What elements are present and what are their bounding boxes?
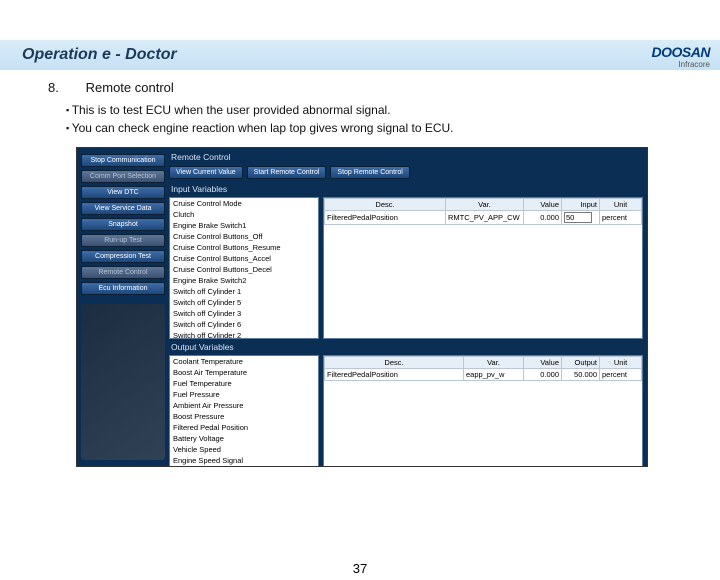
sidebar: Stop Communication Comm Port Selection Vie… xyxy=(77,148,169,466)
bullet-item: You can check engine reaction when lap t… xyxy=(66,119,684,137)
stop-remote-control-button[interactable]: Stop Remote Control xyxy=(330,166,409,179)
input-value-field[interactable] xyxy=(564,212,592,223)
list-item[interactable]: Switch off Cylinder 2 xyxy=(170,330,318,339)
main-panel: Remote Control View Current Value Start … xyxy=(169,148,647,466)
cell-desc: FilteredPedalPosition xyxy=(325,369,464,381)
list-item[interactable]: Fuel Pressure xyxy=(170,389,318,400)
cell-desc: FilteredPedalPosition xyxy=(325,211,446,225)
sidebar-view-dtc-button[interactable]: View DTC xyxy=(81,186,165,199)
section-heading: 8. Remote control xyxy=(48,80,684,95)
list-item[interactable]: Clutch xyxy=(170,209,318,220)
list-item[interactable]: Cruise Control Buttons_Decel xyxy=(170,264,318,275)
view-current-value-button[interactable]: View Current Value xyxy=(169,166,243,179)
col-desc: Desc. xyxy=(325,357,464,369)
cell-unit: percent xyxy=(600,211,642,225)
bullet-list: This is to test ECU when the user provid… xyxy=(48,101,684,137)
list-item[interactable]: Switch off Cylinder 1 xyxy=(170,286,318,297)
output-grid[interactable]: Desc. Var. Value Output Unit FilteredPed… xyxy=(323,355,643,466)
title-suffix: - Doctor xyxy=(111,46,177,63)
cell-var: RMTC_PV_APP_CW xyxy=(446,211,524,225)
col-unit: Unit xyxy=(600,199,642,211)
page-number: 37 xyxy=(0,561,720,576)
title-em: e xyxy=(102,46,111,63)
col-input: Input xyxy=(562,199,600,211)
list-item[interactable]: Switch off Cylinder 5 xyxy=(170,297,318,308)
panel-title: Remote Control xyxy=(169,152,643,162)
col-value: Value xyxy=(524,357,562,369)
app-window: Stop Communication Comm Port Selection Vie… xyxy=(76,147,648,467)
list-item[interactable]: Switch off Cylinder 6 xyxy=(170,319,318,330)
output-grid-header: Desc. Var. Value Output Unit xyxy=(325,357,642,369)
title-prefix: Operation xyxy=(22,46,102,63)
cell-var: eapp_pv_w xyxy=(464,369,524,381)
output-row: Coolant TemperatureBoost Air Temperature… xyxy=(169,355,643,466)
sidebar-run-up-test-button: Run-up Test xyxy=(81,234,165,247)
input-grid-header: Desc. Var. Value Input Unit xyxy=(325,199,642,211)
cell-input[interactable] xyxy=(562,211,600,225)
cell-unit: percent xyxy=(600,369,642,381)
list-item[interactable]: Coolant Temperature xyxy=(170,356,318,367)
list-item[interactable]: Fuel Temperature xyxy=(170,378,318,389)
list-item[interactable]: Filtered Pedal Position xyxy=(170,422,318,433)
list-item[interactable]: Switch off Cylinder 3 xyxy=(170,308,318,319)
output-vars-title: Output Variables xyxy=(169,342,643,352)
sidebar-snapshot-button[interactable]: Snapshot xyxy=(81,218,165,231)
list-item[interactable]: Cruise Control Mode xyxy=(170,198,318,209)
sidebar-ecu-information-button[interactable]: Ecu Information xyxy=(81,282,165,295)
brand-subtext: Infracore xyxy=(652,60,710,69)
col-unit: Unit xyxy=(600,357,642,369)
input-row: Cruise Control ModeClutchEngine Brake Sw… xyxy=(169,197,643,339)
toolbar: View Current Value Start Remote Control … xyxy=(169,166,643,179)
sidebar-compression-test-button[interactable]: Compression Test xyxy=(81,250,165,263)
output-grid-row[interactable]: FilteredPedalPosition eapp_pv_w 0.000 50… xyxy=(325,369,642,381)
list-item[interactable]: Cruise Control Buttons_Off xyxy=(170,231,318,242)
sidebar-image xyxy=(81,304,165,460)
col-desc: Desc. xyxy=(325,199,446,211)
list-item[interactable]: Boost Pressure xyxy=(170,411,318,422)
slide-title: Operation e - Doctor xyxy=(0,40,720,70)
sidebar-stop-communication-button[interactable]: Stop Communication xyxy=(81,154,165,167)
cell-value: 0.000 xyxy=(524,369,562,381)
cell-output: 50.000 xyxy=(562,369,600,381)
sidebar-comm-port-selection-button: Comm Port Selection xyxy=(81,170,165,183)
bullet-item: This is to test ECU when the user provid… xyxy=(66,101,684,119)
section-title: Remote control xyxy=(86,80,174,95)
brand-text: DOOSAN xyxy=(652,44,710,60)
list-item[interactable]: Engine Brake Switch2 xyxy=(170,275,318,286)
list-item[interactable]: Vehicle Speed xyxy=(170,444,318,455)
brand-logo: DOOSAN Infracore xyxy=(652,44,710,69)
sidebar-remote-control-button: Remote Control xyxy=(81,266,165,279)
list-item[interactable]: Cruise Control Buttons_Resume xyxy=(170,242,318,253)
output-vars-list[interactable]: Coolant TemperatureBoost Air Temperature… xyxy=(169,355,319,466)
list-item[interactable]: Battery Voltage xyxy=(170,433,318,444)
input-grid-row[interactable]: FilteredPedalPosition RMTC_PV_APP_CW 0.0… xyxy=(325,211,642,225)
list-item[interactable]: Boost Air Temperature xyxy=(170,367,318,378)
list-item[interactable]: Cruise Control Buttons_Accel xyxy=(170,253,318,264)
list-item[interactable]: Engine Speed Signal xyxy=(170,455,318,466)
input-grid[interactable]: Desc. Var. Value Input Unit FilteredPeda… xyxy=(323,197,643,339)
col-output: Output xyxy=(562,357,600,369)
list-item[interactable]: Ambient Air Pressure xyxy=(170,400,318,411)
sidebar-view-service-data-button[interactable]: View Service Data xyxy=(81,202,165,215)
col-value: Value xyxy=(524,199,562,211)
input-vars-list[interactable]: Cruise Control ModeClutchEngine Brake Sw… xyxy=(169,197,319,339)
start-remote-control-button[interactable]: Start Remote Control xyxy=(247,166,327,179)
col-var: Var. xyxy=(464,357,524,369)
col-var: Var. xyxy=(446,199,524,211)
cell-value: 0.000 xyxy=(524,211,562,225)
list-item[interactable]: Engine Brake Switch1 xyxy=(170,220,318,231)
input-vars-title: Input Variables xyxy=(169,184,643,194)
section-number: 8. xyxy=(48,80,82,95)
